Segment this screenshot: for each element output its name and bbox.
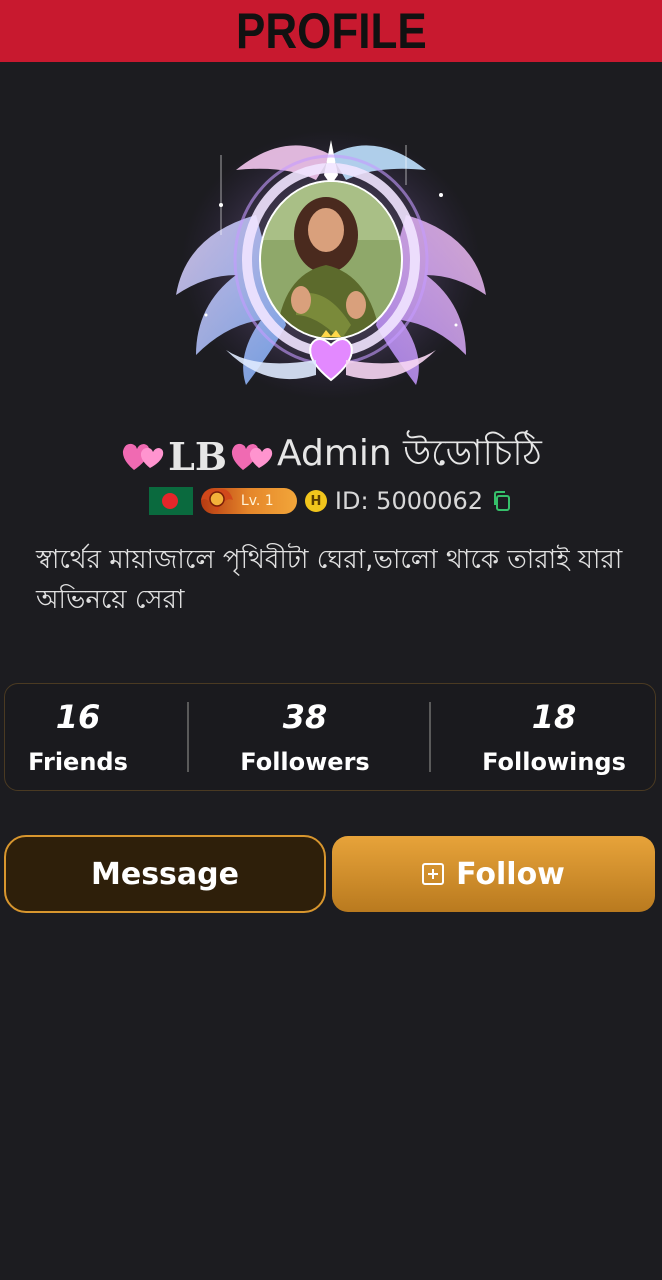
stat-divider [429,702,431,772]
page-title: PROFILE [235,3,427,59]
profile-meta-row: Lv. 1 H ID: 5000062 [0,484,662,518]
avatar-frame [176,130,486,400]
hearts-icon [120,438,166,474]
bio-text: স্বার্থের মায়াজালে পৃথিবীটা ঘেরা,ভালো থ… [36,545,623,615]
wing-emblem-icon [200,489,233,512]
stats-panel: 16 Friends 38 Followers 18 Followings [4,683,656,791]
stat-friends[interactable]: 16 Friends [5,684,151,792]
plus-icon [422,863,445,885]
stat-value: 16 [55,698,101,736]
h-badge-icon: H [304,490,327,512]
stat-divider [187,702,189,772]
stat-label: Followings [482,748,626,776]
level-badge: Lv. 1 [200,488,297,514]
level-text: Lv. 1 [240,493,274,509]
name-prefix: LB [168,433,227,479]
message-button-label: Message [91,856,239,892]
follow-button-label: Follow [456,856,565,892]
hearts-icon [229,438,275,474]
stat-label: Followers [240,748,370,776]
message-button[interactable]: Message [4,835,326,913]
follow-button[interactable]: Follow [332,836,655,912]
copy-icon[interactable] [491,490,513,512]
display-name: LB Admin উডোচিঠি [0,430,662,482]
stat-value: 18 [531,698,577,736]
stat-value: 38 [282,698,328,736]
name-suffix: Admin উডোচিঠি [276,433,542,474]
stat-followings[interactable]: 18 Followings [475,684,633,792]
stat-followers[interactable]: 38 Followers [227,684,383,792]
bangladesh-flag-icon [148,487,193,515]
stat-label: Friends [28,748,128,776]
avatar-with-frame[interactable] [166,125,496,415]
user-id: ID: 5000062 [334,487,484,515]
header-banner: PROFILE [0,0,662,62]
